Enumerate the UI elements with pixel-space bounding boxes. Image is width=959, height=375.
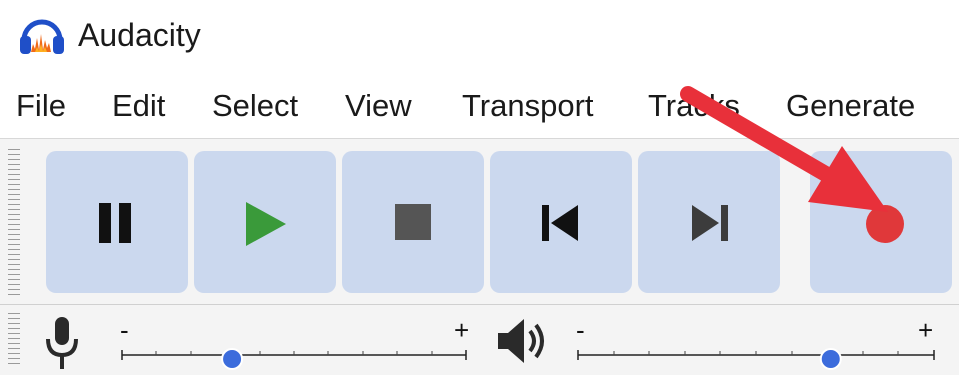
toolbar-grip[interactable] [8,149,20,295]
meter-toolbar-grip[interactable] [8,313,20,367]
recording-volume-minus-label: - [120,315,129,345]
skip-to-start-button[interactable] [490,151,632,293]
pause-button[interactable] [46,151,188,293]
recording-volume-thumb[interactable] [221,348,244,370]
play-icon [246,202,286,246]
skip-to-end-button[interactable] [638,151,780,293]
playback-volume-thumb[interactable] [819,348,842,370]
recording-volume-slider[interactable]: - + [110,305,480,375]
menu-edit[interactable]: Edit [112,84,165,128]
menu-select[interactable]: Select [212,84,298,128]
speaker-icon [498,319,544,363]
menu-tracks[interactable]: Tracks [648,84,740,128]
record-icon [866,205,904,243]
playback-volume-plus-label: + [918,315,933,345]
skip-end-icon [692,205,728,241]
skip-start-icon [542,205,578,241]
microphone-icon [46,317,78,369]
stop-button[interactable] [342,151,484,293]
audacity-headphones-icon [20,19,64,54]
playback-volume-slider[interactable]: - + [566,305,946,375]
play-button[interactable] [194,151,336,293]
transport-toolbar [0,138,959,305]
menu-file[interactable]: File [16,84,66,128]
playback-volume-minus-label: - [576,315,585,345]
title-bar: Audacity [0,0,959,70]
menu-generate[interactable]: Generate [786,84,915,128]
app-title: Audacity [78,17,201,53]
stop-icon [395,204,431,240]
recording-volume-plus-label: + [454,315,469,345]
menu-view[interactable]: View [345,84,412,128]
meter-toolbar: - + - + [0,304,959,375]
pause-icon [99,203,131,243]
menu-bar: File Edit Select View Transport Tracks G… [0,84,959,128]
menu-transport[interactable]: Transport [462,84,594,128]
record-button[interactable] [810,151,952,293]
